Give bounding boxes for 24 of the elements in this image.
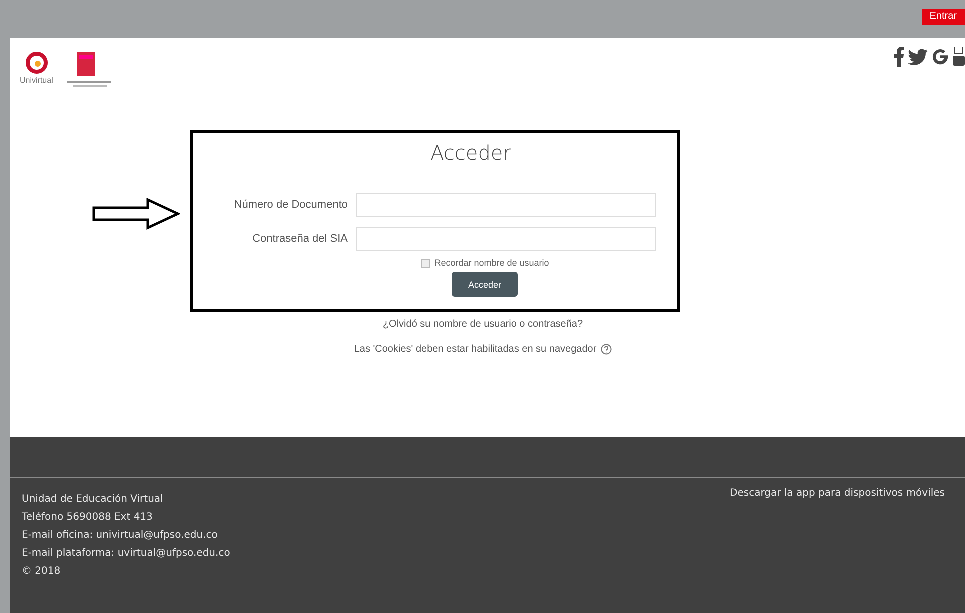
- help-icon[interactable]: [600, 344, 612, 355]
- logo-icon: [26, 52, 48, 74]
- remember-checkbox[interactable]: [420, 258, 430, 268]
- document-number-field[interactable]: [356, 193, 656, 217]
- footer-text: E-mail oficina: univirtual@ufpso.edu.co: [22, 530, 219, 541]
- facebook-icon[interactable]: [894, 47, 904, 67]
- field-label: Contraseña del SIA: [252, 233, 348, 245]
- logo-text: Univirtual: [20, 76, 54, 85]
- footer-text: Teléfono 5690088 Ext 413: [22, 512, 154, 523]
- submit-button[interactable]: Acceder: [452, 272, 518, 297]
- youtube-icon[interactable]: [953, 47, 965, 67]
- footer-text: © 2018: [22, 566, 62, 577]
- password-field[interactable]: [356, 227, 656, 251]
- forgot-password-link[interactable]: ¿Olvidó su nombre de usuario o contraseña?: [382, 319, 584, 330]
- footer-text: Unidad de Educación Virtual: [22, 494, 164, 505]
- login-button[interactable]: Entrar: [922, 9, 965, 25]
- footer-text: E-mail plataforma: uvirtual@ufpso.edu.co: [22, 548, 230, 559]
- twitter-icon[interactable]: [908, 48, 928, 66]
- google-icon[interactable]: [932, 48, 949, 66]
- app-download-link[interactable]: Descargar la app para dispositivos móviles: [730, 488, 945, 577]
- remember-label: Recordar nombre de usuario: [434, 258, 550, 268]
- field-label: Número de Documento: [233, 199, 348, 211]
- cookies-note: Las 'Cookies' deben estar habilitadas en su navegador: [354, 344, 597, 355]
- login-title: Acceder: [430, 141, 512, 165]
